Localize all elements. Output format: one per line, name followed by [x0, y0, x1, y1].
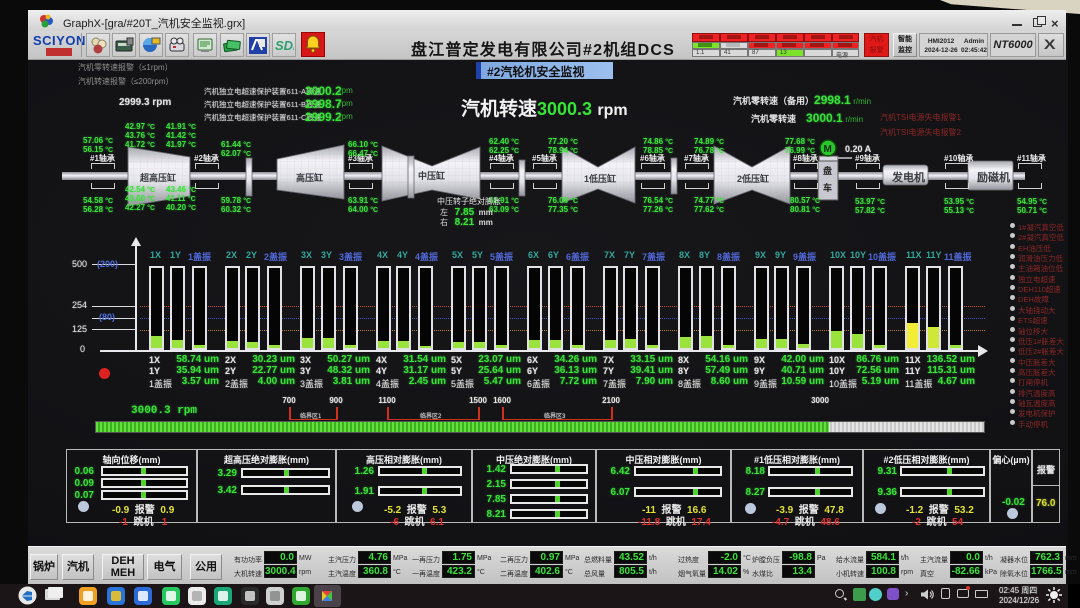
svg-text:M: M	[824, 144, 832, 155]
